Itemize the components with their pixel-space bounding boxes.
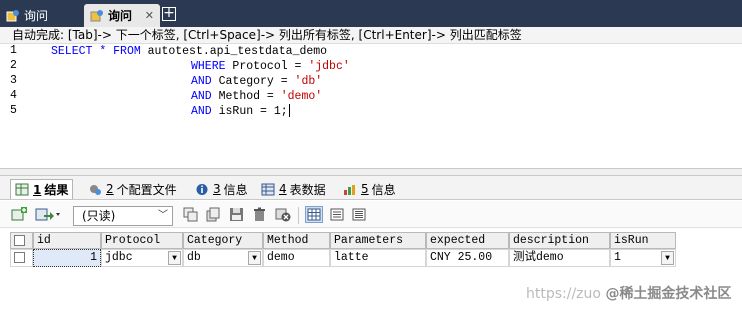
checkbox-icon[interactable]	[14, 235, 25, 246]
tab-label: 信息	[371, 182, 396, 197]
table-cell-parameters[interactable]: latte	[330, 249, 426, 267]
column-header[interactable]: description	[509, 232, 610, 249]
tab-label: 表数据	[289, 182, 326, 197]
tab-info-2[interactable]: 5 信息	[339, 179, 400, 199]
code-line: AND Method = 'demo'	[191, 90, 323, 103]
info-icon	[195, 183, 209, 196]
line-number: 2	[10, 59, 17, 72]
table-cell-category[interactable]: db ▼	[183, 249, 263, 267]
close-tab-icon[interactable]: ✕	[145, 9, 154, 22]
profile-icon	[88, 183, 102, 196]
readonly-select[interactable]: (只读) ﹀	[73, 206, 173, 226]
tab-info[interactable]: 3 信息	[191, 179, 252, 199]
tab-label: 结果	[44, 183, 69, 197]
table-cell-protocol[interactable]: jdbc ▼	[101, 249, 183, 267]
line-number: 3	[10, 74, 17, 87]
column-header[interactable]: expected	[426, 232, 509, 249]
column-header[interactable]: isRun	[610, 232, 676, 249]
line-number: 1	[10, 44, 17, 57]
code-line: WHERE Protocol = 'jdbc'	[191, 60, 350, 73]
code-line: AND Category = 'db'	[191, 75, 323, 88]
column-header[interactable]: id	[33, 232, 101, 249]
row-select-cell[interactable]	[10, 249, 33, 267]
column-header[interactable]: Method	[263, 232, 330, 249]
line-number: 4	[10, 89, 17, 102]
tab-query-1[interactable]: 询问	[0, 4, 80, 27]
tab-query-2[interactable]: 询问 ✕	[84, 4, 160, 27]
duplicate-row-icon[interactable]	[182, 206, 200, 223]
chevron-down-icon[interactable]: ▼	[168, 251, 181, 265]
tab-label: 询问	[108, 9, 133, 23]
result-tab-bar: 1 结果 2 个配置文件 3 信息 4 表数据 5 信息	[0, 176, 742, 200]
table-cell-expected[interactable]: CNY 25.00	[426, 249, 509, 267]
column-header[interactable]: Parameters	[330, 232, 426, 249]
query-tab-bar: 询问 询问 ✕ +	[0, 0, 742, 27]
code-line: SELECT * FROM autotest.api_testdata_demo	[51, 45, 328, 58]
watermark: https://zuo @稀土掘金技术社区	[526, 286, 732, 302]
tab-profiles[interactable]: 2 个配置文件	[84, 179, 181, 199]
text-view-icon[interactable]	[350, 206, 368, 223]
new-tab-button[interactable]: +	[162, 6, 176, 21]
code-line: AND isRun = 1;	[191, 104, 290, 118]
tab-table-data[interactable]: 4 表数据	[257, 179, 330, 199]
text-cursor	[288, 104, 290, 118]
chevron-down-icon: ﹀	[158, 210, 168, 221]
autocomplete-hint: 自动完成: [Tab]-> 下一个标签, [Ctrl+Space]-> 列出所有…	[0, 27, 742, 44]
toolbar-separator	[298, 207, 299, 224]
column-header[interactable]: Category	[183, 232, 263, 249]
table-cell-description[interactable]: 测试demo	[509, 249, 610, 267]
tab-label: 询问	[24, 9, 49, 23]
info-chart-icon	[343, 183, 357, 196]
insert-row-icon[interactable]	[10, 206, 28, 223]
save-icon[interactable]	[228, 206, 246, 223]
sql-editor[interactable]: 1 2 3 4 5 SELECT * FROM autotest.api_tes…	[0, 44, 742, 168]
table-cell-method[interactable]: demo	[263, 249, 330, 267]
tab-result[interactable]: 1 结果	[10, 179, 74, 199]
chevron-down-icon[interactable]: ▼	[248, 251, 261, 265]
form-view-icon[interactable]	[328, 206, 346, 223]
result-grid: id Protocol Category Method Parameters e…	[10, 232, 678, 268]
column-header[interactable]: Protocol	[101, 232, 183, 249]
pane-splitter[interactable]	[0, 168, 742, 176]
cancel-icon[interactable]	[274, 206, 292, 223]
copy-row-icon[interactable]	[204, 206, 222, 223]
tab-label: 个配置文件	[116, 182, 177, 197]
table-data-icon	[261, 183, 275, 196]
chevron-down-icon[interactable]: ▼	[661, 251, 674, 265]
checkbox-icon[interactable]	[14, 252, 25, 263]
table-result-icon	[15, 183, 29, 196]
select-all-header[interactable]	[10, 232, 33, 249]
delete-icon[interactable]	[251, 206, 269, 223]
tab-label: 信息	[223, 182, 248, 197]
grid-view-icon[interactable]	[305, 206, 323, 223]
line-number: 5	[10, 104, 17, 117]
table-cell-isrun[interactable]: 1 ▼	[610, 249, 676, 267]
query-icon	[6, 9, 20, 23]
export-dropdown-icon[interactable]	[34, 206, 62, 223]
query-icon	[90, 9, 104, 23]
table-cell-id[interactable]: 1	[33, 249, 101, 267]
result-toolbar: (只读) ﹀	[0, 201, 742, 228]
